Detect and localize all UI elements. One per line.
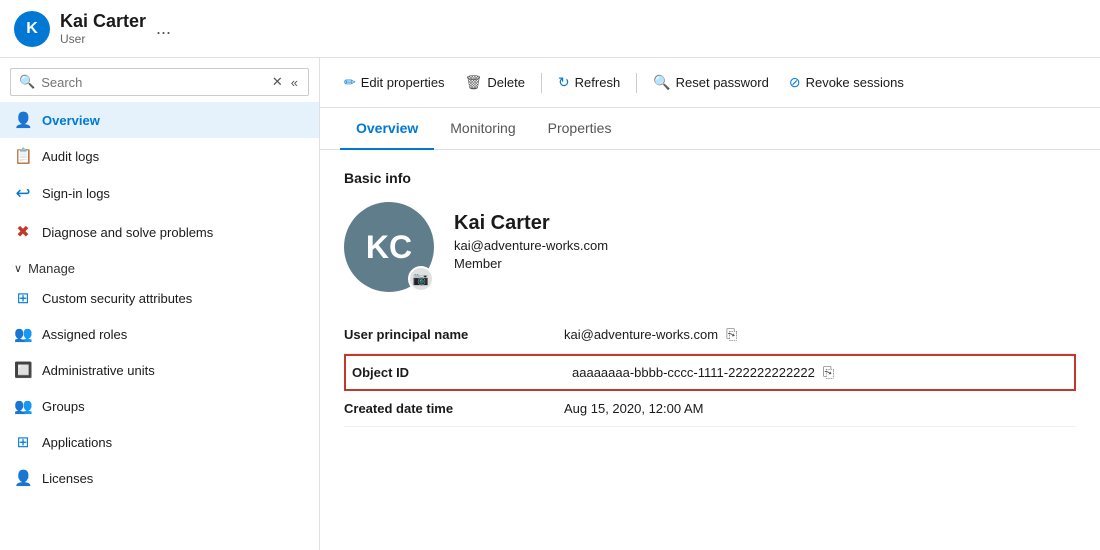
toolbar-divider-2	[636, 73, 637, 93]
section-title: Basic info	[344, 170, 1076, 186]
toolbar: ✏ Edit properties 🗑 Delete ↻ Refresh 🔍 R…	[320, 58, 1100, 108]
tabs-bar: Overview Monitoring Properties	[320, 108, 1100, 150]
sidebar-item-licenses[interactable]: 👤 Licenses	[0, 460, 319, 496]
diagnose-icon: ✖	[14, 222, 32, 242]
field-row-object-id: Object ID aaaaaaaa-bbbb-cccc-1111-222222…	[344, 354, 1076, 391]
edit-properties-button[interactable]: ✏ Edit properties	[336, 69, 453, 96]
field-label-upn: User principal name	[344, 327, 564, 342]
sidebar-item-applications[interactable]: ⊞ Applications	[0, 424, 319, 460]
tab-monitoring[interactable]: Monitoring	[434, 108, 531, 150]
sidebar-item-overview[interactable]: 👤 Overview	[0, 102, 319, 138]
avatar-wrapper: KC 📷	[344, 202, 434, 292]
content-area: ✏ Edit properties 🗑 Delete ↻ Refresh 🔍 R…	[320, 58, 1100, 550]
sidebar-item-applications-label: Applications	[42, 435, 112, 450]
admin-units-icon: 🔲	[14, 361, 32, 379]
top-header: K Kai Carter User ...	[0, 0, 1100, 58]
revoke-sessions-button[interactable]: ⊘ Revoke sessions	[781, 69, 912, 96]
tab-overview[interactable]: Overview	[340, 108, 434, 150]
sidebar-item-overview-label: Overview	[42, 113, 100, 128]
sidebar-item-licenses-label: Licenses	[42, 471, 93, 486]
sidebar-item-sign-in-logs[interactable]: ↩ Sign-in logs	[0, 174, 319, 213]
profile-name: Kai Carter	[454, 212, 608, 235]
revoke-icon: ⊘	[789, 74, 801, 91]
profile-email: kai@adventure-works.com	[454, 238, 608, 253]
field-label-object-id: Object ID	[352, 365, 572, 380]
audit-logs-icon: 📋	[14, 147, 32, 165]
sidebar-item-assigned-roles-label: Assigned roles	[42, 327, 127, 342]
sidebar-item-admin-units[interactable]: 🔲 Administrative units	[0, 352, 319, 388]
sidebar-item-groups[interactable]: 👥 Groups	[0, 388, 319, 424]
search-clear-button[interactable]: ✕	[270, 74, 285, 90]
sidebar-item-diagnose[interactable]: ✖ Diagnose and solve problems	[0, 213, 319, 251]
header-user-info: Kai Carter User	[60, 11, 146, 47]
delete-icon: 🗑	[465, 74, 483, 91]
sidebar-item-custom-security-label: Custom security attributes	[42, 291, 192, 306]
search-collapse-button[interactable]: «	[289, 74, 300, 90]
sidebar: 🔍 ✕ « 👤 Overview 📋 Audit logs ↩ Sign-in …	[0, 58, 320, 550]
manage-section-header[interactable]: ∨ Manage	[0, 251, 319, 280]
sidebar-item-assigned-roles[interactable]: 👥 Assigned roles	[0, 316, 319, 352]
manage-chevron-icon: ∨	[14, 262, 22, 275]
reset-password-icon: 🔍	[653, 74, 670, 91]
sidebar-item-audit-logs-label: Audit logs	[42, 149, 99, 164]
sidebar-item-admin-units-label: Administrative units	[42, 363, 155, 378]
search-icon: 🔍	[19, 74, 35, 90]
sidebar-item-diagnose-label: Diagnose and solve problems	[42, 225, 213, 240]
licenses-icon: 👤	[14, 469, 32, 487]
header-user-role: User	[60, 32, 146, 46]
search-actions: ✕ «	[270, 74, 300, 90]
assigned-roles-icon: 👥	[14, 325, 32, 343]
overview-icon: 👤	[14, 111, 32, 129]
tab-properties[interactable]: Properties	[532, 108, 628, 150]
header-more-options-button[interactable]: ...	[156, 18, 171, 39]
toolbar-divider	[541, 73, 542, 93]
sidebar-item-audit-logs[interactable]: 📋 Audit logs	[0, 138, 319, 174]
main-layout: 🔍 ✕ « 👤 Overview 📋 Audit logs ↩ Sign-in …	[0, 58, 1100, 550]
profile-row: KC 📷 Kai Carter kai@adventure-works.com …	[344, 202, 1076, 292]
field-row-created-date: Created date time Aug 15, 2020, 12:00 AM	[344, 391, 1076, 427]
edit-icon: ✏	[344, 74, 356, 91]
copy-object-id-button[interactable]: ⎘	[823, 364, 834, 381]
custom-security-icon: ⊞	[14, 289, 32, 307]
profile-type: Member	[454, 256, 608, 271]
sidebar-item-sign-in-logs-label: Sign-in logs	[42, 186, 110, 201]
profile-info: Kai Carter kai@adventure-works.com Membe…	[454, 202, 608, 271]
field-value-object-id: aaaaaaaa-bbbb-cccc-1111-222222222222 ⎘	[572, 364, 1068, 381]
info-fields: User principal name kai@adventure-works.…	[344, 316, 1076, 427]
delete-button[interactable]: 🗑 Delete	[457, 69, 533, 96]
copy-upn-button[interactable]: ⎘	[726, 326, 737, 343]
refresh-button[interactable]: ↻ Refresh	[550, 69, 628, 96]
field-value-upn: kai@adventure-works.com ⎘	[564, 326, 1076, 343]
overview-content: Basic info KC 📷 Kai Carter kai@adventure…	[320, 150, 1100, 550]
header-avatar: K	[14, 11, 50, 47]
search-input[interactable]	[41, 75, 266, 90]
header-user-name: Kai Carter	[60, 11, 146, 33]
camera-badge-button[interactable]: 📷	[408, 266, 434, 292]
applications-icon: ⊞	[14, 433, 32, 451]
groups-icon: 👥	[14, 397, 32, 415]
sidebar-item-groups-label: Groups	[42, 399, 85, 414]
sidebar-item-custom-security[interactable]: ⊞ Custom security attributes	[0, 280, 319, 316]
field-value-created-date: Aug 15, 2020, 12:00 AM	[564, 401, 1076, 416]
sign-in-icon: ↩	[14, 183, 32, 204]
search-bar: 🔍 ✕ «	[10, 68, 309, 96]
refresh-icon: ↻	[558, 74, 570, 91]
reset-password-button[interactable]: 🔍 Reset password	[645, 69, 777, 96]
field-row-upn: User principal name kai@adventure-works.…	[344, 316, 1076, 354]
field-label-created-date: Created date time	[344, 401, 564, 416]
manage-section-label: Manage	[28, 261, 75, 276]
